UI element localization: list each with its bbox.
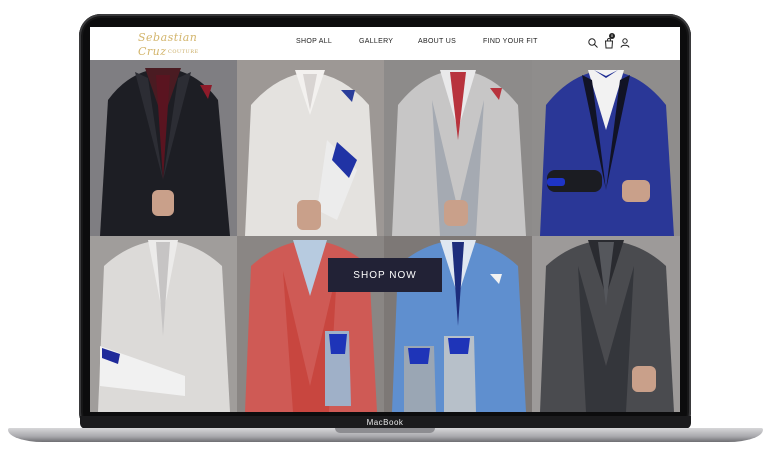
device-brand-label: MacBook xyxy=(366,418,404,427)
nav-find-your-fit[interactable]: FIND YOUR FIT xyxy=(483,38,538,45)
site-header: Sebastian Cruz COUTURE SHOP ALL GALLERY … xyxy=(90,27,680,60)
cart-count-badge: 0 xyxy=(609,33,615,39)
gallery-tile-silver-paisley-suit[interactable] xyxy=(384,60,532,236)
nav-gallery[interactable]: GALLERY xyxy=(359,38,393,45)
hero-gallery: SHOP NOW xyxy=(90,60,680,412)
gallery-tile-white-shawl-tuxedo[interactable] xyxy=(237,60,384,236)
account-icon[interactable] xyxy=(619,36,631,48)
shop-now-button[interactable]: SHOP NOW xyxy=(328,258,442,292)
gallery-tile-black-paisley-tuxedo[interactable] xyxy=(90,60,237,236)
nav-shop-all[interactable]: SHOP ALL xyxy=(296,38,332,45)
gallery-tile-charcoal-tweed-suit[interactable] xyxy=(532,236,680,412)
nav-about-us[interactable]: ABOUT US xyxy=(418,38,456,45)
laptop-notch xyxy=(335,428,435,433)
screen: Sebastian Cruz COUTURE SHOP ALL GALLERY … xyxy=(90,27,680,412)
gallery-tile-royal-blue-tuxedo[interactable] xyxy=(532,60,680,236)
gallery-tile-white-textured-suit[interactable] xyxy=(90,236,237,412)
search-icon[interactable] xyxy=(587,36,599,48)
